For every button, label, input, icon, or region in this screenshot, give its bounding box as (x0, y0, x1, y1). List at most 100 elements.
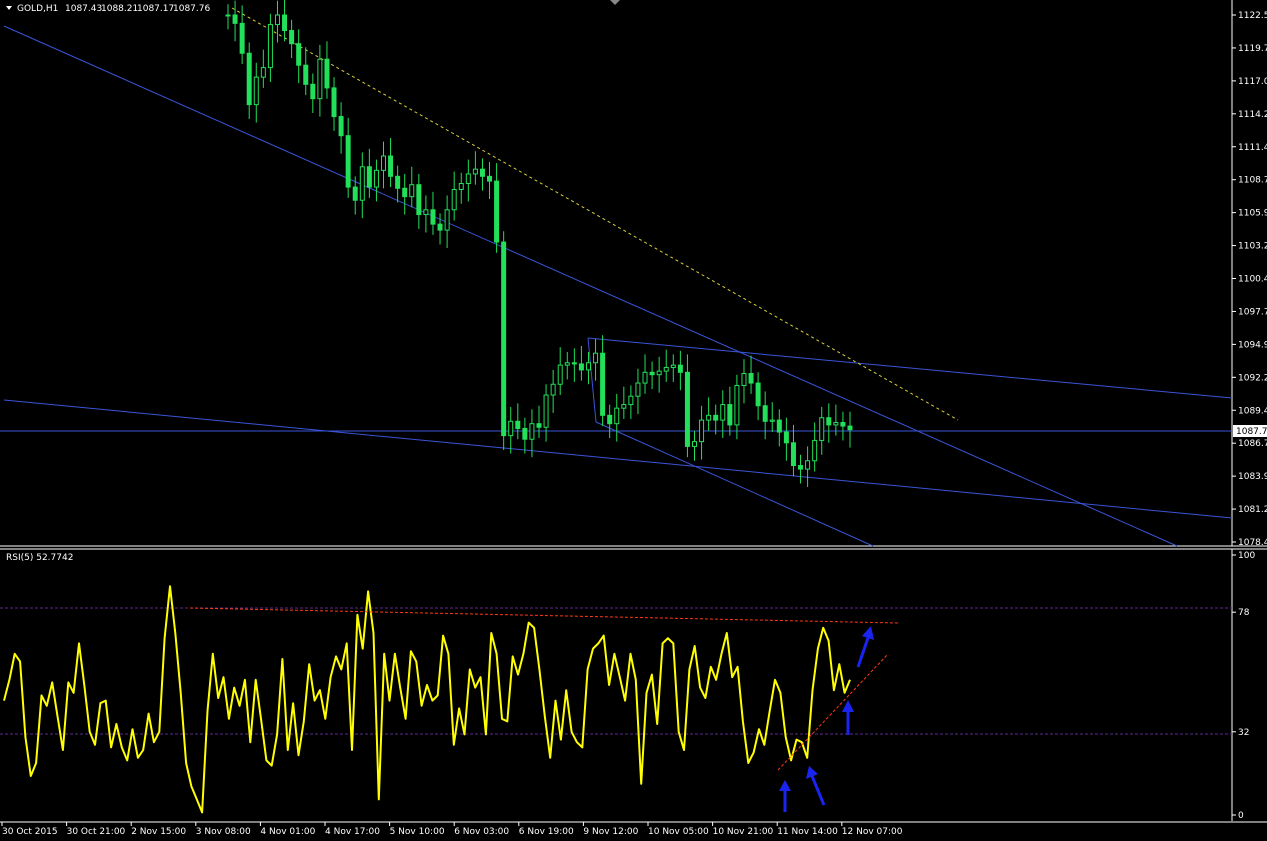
candle-body[interactable] (684, 371, 690, 447)
price-axis-label: 1092.2 (1238, 373, 1267, 383)
candle-body[interactable] (522, 427, 528, 440)
candle-body[interactable] (253, 76, 259, 106)
candle-body[interactable] (310, 83, 316, 100)
candle-body[interactable] (536, 423, 542, 428)
candle-body[interactable] (571, 362, 577, 365)
candle-body[interactable] (232, 14, 238, 24)
chart-area[interactable]: 1122.5 1119.7 1117.0 1114.2 1111.4 1108.7 1105… (0, 0, 1267, 841)
candle-body[interactable] (282, 14, 288, 32)
candle-body[interactable] (529, 423, 535, 440)
symbol-label: GOLD,H1 (17, 4, 58, 14)
ohlc-open: 1087.43 (65, 4, 102, 14)
candle-body[interactable] (451, 188, 457, 211)
candle-body[interactable] (635, 382, 641, 397)
time-axis-label: 4 Nov 17:00 (325, 827, 380, 837)
candle-body[interactable] (487, 175, 493, 182)
candle-body[interactable] (338, 116, 344, 137)
price-axis-label: 1114.2 (1238, 110, 1267, 120)
current-price-label: 1087.7 (1236, 427, 1267, 437)
candle-body[interactable] (614, 407, 620, 425)
candle-body[interactable] (416, 184, 422, 216)
candle-body[interactable] (409, 184, 415, 198)
candle-body[interactable] (289, 30, 295, 45)
candle-body[interactable] (593, 352, 599, 364)
candle-body[interactable] (388, 155, 394, 177)
candle-body[interactable] (720, 404, 726, 421)
candle-body[interactable] (621, 404, 627, 409)
candle-body[interactable] (317, 58, 323, 100)
candle-body[interactable] (345, 135, 351, 188)
candle-body[interactable] (515, 420, 521, 429)
candle-body[interactable] (430, 209, 436, 225)
candle-body[interactable] (479, 168, 485, 177)
candle-body[interactable] (267, 24, 273, 69)
candle-body[interactable] (381, 155, 386, 171)
candle-body[interactable] (501, 241, 507, 437)
candle-body[interactable] (578, 363, 584, 371)
price-axis-label: 1086.7 (1238, 439, 1267, 449)
candle-body[interactable] (755, 382, 761, 407)
candle-body[interactable] (713, 414, 719, 421)
candle-body[interactable] (833, 421, 839, 426)
candle-body[interactable] (748, 373, 754, 384)
candle-body[interactable] (373, 169, 379, 188)
candle-body[interactable] (472, 168, 478, 175)
candle-body[interactable] (260, 67, 266, 78)
candle-body[interactable] (359, 166, 365, 201)
candle-body[interactable] (444, 209, 450, 231)
candle-body[interactable] (783, 431, 789, 444)
candle-body[interactable] (692, 441, 697, 447)
candle-body[interactable] (437, 223, 443, 231)
candle-body[interactable] (585, 362, 591, 371)
candle-body[interactable] (769, 419, 775, 422)
candle-body[interactable] (805, 460, 811, 470)
candle-body[interactable] (819, 417, 825, 441)
candle-body[interactable] (699, 419, 705, 443)
candle-body[interactable] (557, 364, 563, 385)
candle-body[interactable] (727, 404, 733, 426)
candle-body[interactable] (543, 394, 549, 428)
candle-body[interactable] (296, 43, 302, 66)
candle-body[interactable] (607, 414, 613, 425)
candle-body[interactable] (798, 465, 804, 470)
candle-body[interactable] (656, 370, 662, 376)
candle-body[interactable] (812, 439, 818, 462)
candle-body[interactable] (741, 373, 747, 386)
candle-body[interactable] (600, 352, 606, 416)
candle-body[interactable] (776, 419, 782, 433)
candle-body[interactable] (465, 173, 471, 184)
candle-body[interactable] (274, 14, 280, 26)
candle-body[interactable] (840, 421, 846, 427)
candle-body[interactable] (663, 367, 669, 372)
candle-body[interactable] (649, 371, 655, 376)
candle-body[interactable] (706, 414, 712, 421)
candle-body[interactable] (564, 362, 570, 366)
candle-body[interactable] (225, 14, 231, 17)
candle-body[interactable] (331, 87, 337, 118)
candle-body[interactable] (303, 64, 309, 85)
candle-body[interactable] (395, 175, 401, 189)
candle-body[interactable] (790, 442, 796, 467)
candle-body[interactable] (402, 187, 408, 198)
time-axis-label: 9 Nov 12:00 (583, 827, 638, 837)
candle-body[interactable] (458, 182, 464, 190)
current-price-tag: 1087.7 (1233, 425, 1267, 437)
candle-body[interactable] (423, 209, 429, 216)
candle-body[interactable] (494, 180, 500, 243)
candle-body[interactable] (670, 364, 676, 369)
candle-body[interactable] (628, 395, 634, 406)
candle-body[interactable] (734, 384, 740, 426)
candle-body[interactable] (246, 52, 252, 106)
candle-body[interactable] (847, 425, 853, 431)
candle-body[interactable] (642, 371, 648, 384)
candle-body[interactable] (550, 383, 556, 396)
candle-body[interactable] (366, 166, 372, 188)
candle-body[interactable] (677, 364, 683, 373)
candle-body[interactable] (508, 420, 514, 437)
candle-body[interactable] (826, 417, 832, 426)
candle-body[interactable] (239, 22, 245, 54)
candle-body[interactable] (352, 186, 358, 201)
candle-body[interactable] (324, 58, 330, 89)
ohlc-low: 1087.17 (137, 4, 174, 14)
candle-body[interactable] (762, 405, 768, 422)
